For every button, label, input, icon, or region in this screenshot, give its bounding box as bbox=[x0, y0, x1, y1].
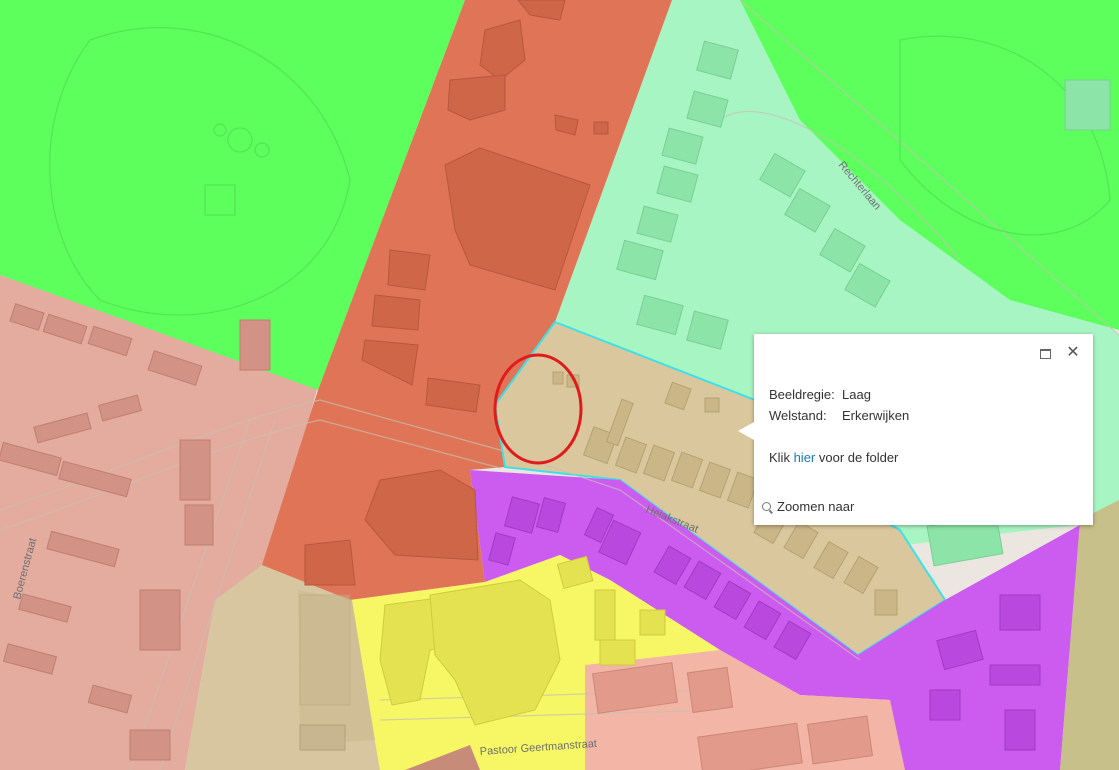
popup-value-beeldregie: Laag bbox=[842, 387, 871, 402]
popup-row-beeldregie: Beeldregie: Laag bbox=[769, 387, 871, 402]
popup-label-beeldregie: Beeldregie: bbox=[769, 387, 835, 402]
zoom-icon bbox=[762, 502, 771, 511]
popup-pointer bbox=[738, 422, 754, 440]
zoom-label: Zoomen naar bbox=[777, 499, 855, 514]
popup-row-welstand: Welstand: Erkerwijken bbox=[769, 408, 909, 423]
close-icon[interactable]: ✕ bbox=[1065, 345, 1081, 361]
popup-folder-line: Klik hier voor de folder bbox=[769, 450, 898, 465]
folder-suffix: voor de folder bbox=[818, 450, 899, 465]
folder-link[interactable]: hier bbox=[794, 450, 816, 465]
info-popup: ✕ Beeldregie: Laag Welstand: Erkerwijken… bbox=[738, 334, 1093, 525]
folder-prefix: Klik bbox=[769, 450, 790, 465]
zoom-to-button[interactable]: Zoomen naar bbox=[762, 499, 854, 514]
popup-value-welstand: Erkerwijken bbox=[842, 408, 910, 423]
popup-label-welstand: Welstand: bbox=[769, 408, 827, 423]
maximize-icon[interactable] bbox=[1037, 345, 1053, 361]
